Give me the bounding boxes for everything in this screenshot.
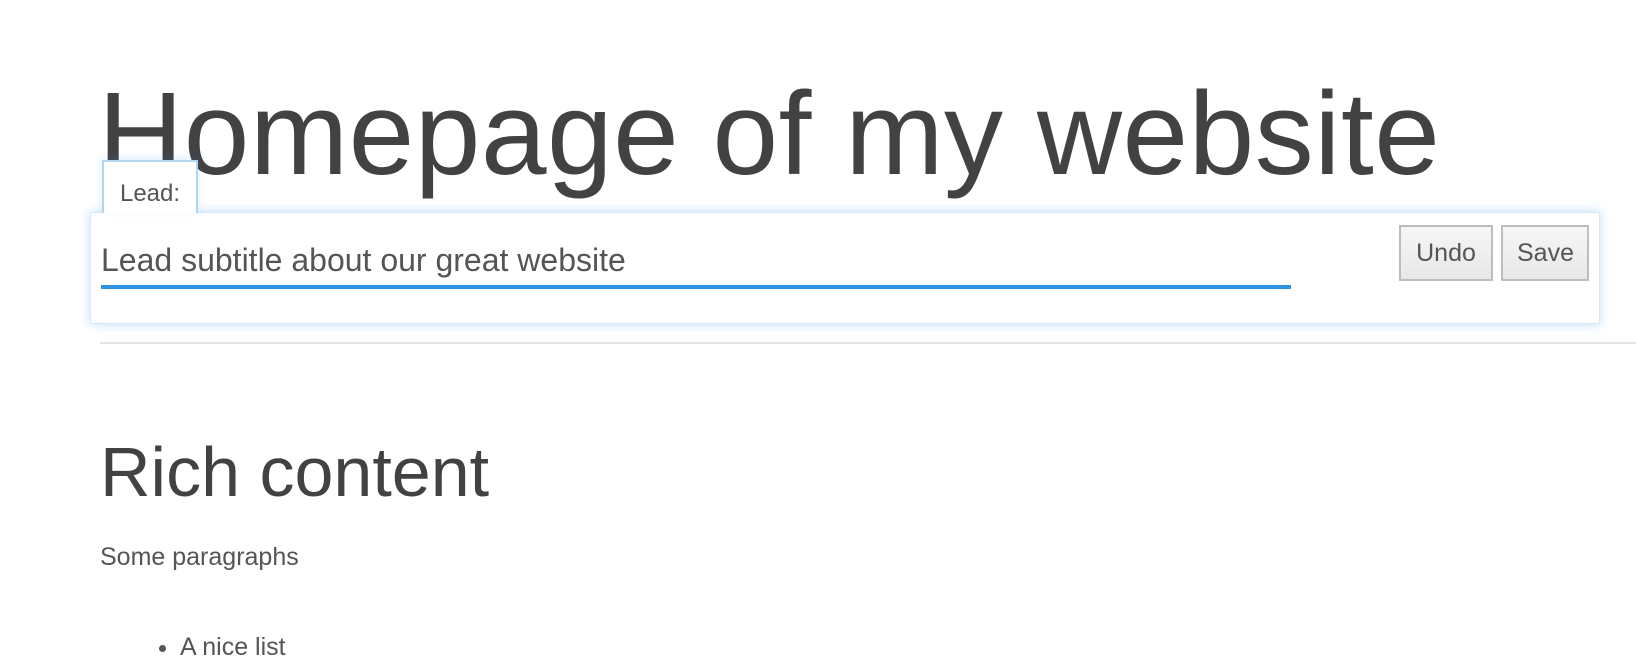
lead-input[interactable] [101, 235, 1291, 289]
save-button[interactable]: Save [1501, 225, 1589, 281]
undo-button[interactable]: Undo [1399, 225, 1493, 281]
paragraph: Some paragraphs [100, 543, 299, 571]
list-item: A nice list [180, 630, 286, 664]
divider [100, 342, 1636, 344]
page-title: Homepage of my website [98, 68, 1441, 200]
lead-editor-panel: Undo Save [90, 212, 1600, 324]
section-heading: Rich content [100, 433, 490, 511]
lead-field-label: Lead: [102, 160, 198, 213]
page: Homepage of my website Lead: Undo Save R… [0, 0, 1636, 672]
bullet-list: A nice list [100, 630, 286, 664]
